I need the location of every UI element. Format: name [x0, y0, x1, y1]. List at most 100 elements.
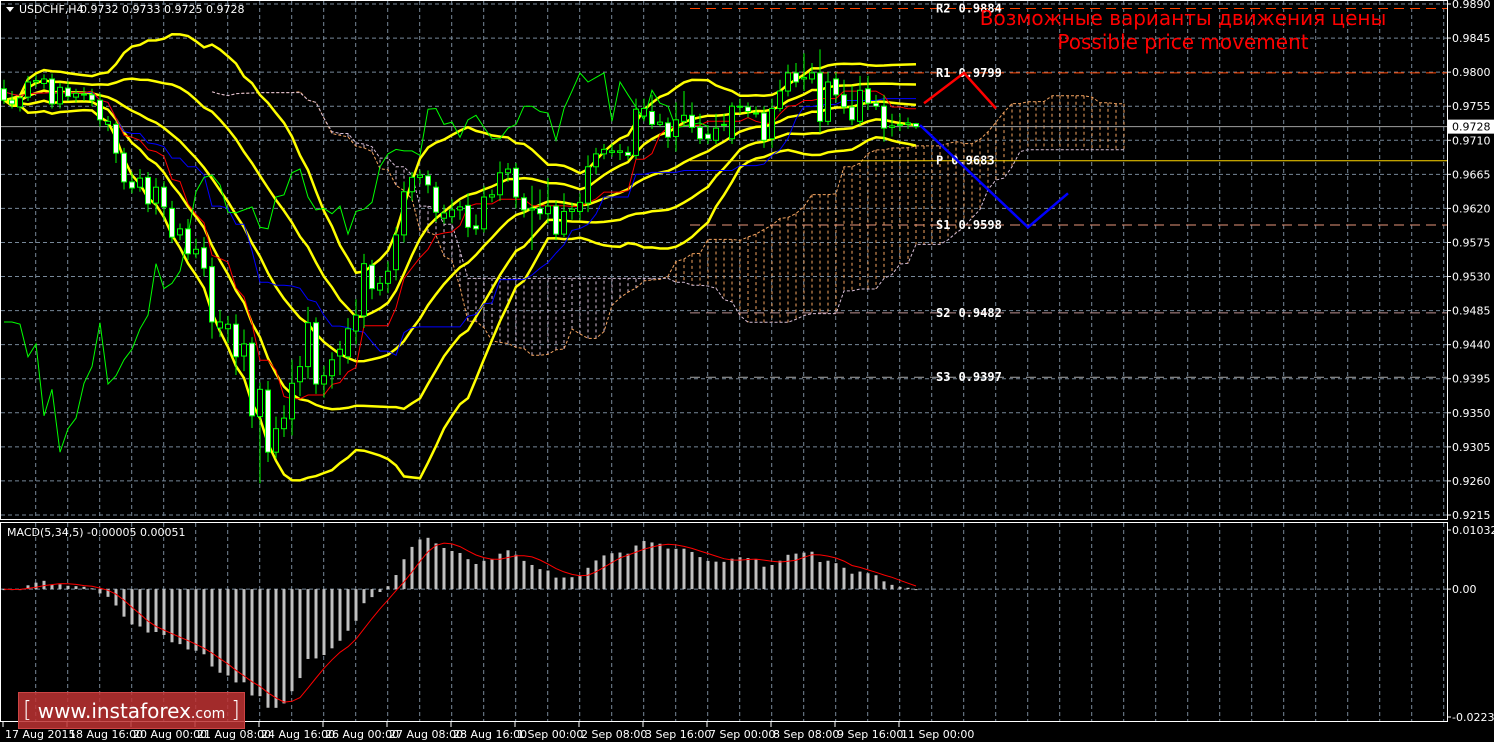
macd-histogram-bar — [394, 575, 398, 590]
candle-bear — [849, 106, 855, 121]
macd-histogram-bar — [50, 585, 54, 590]
macd-histogram-bar — [722, 561, 726, 590]
macd-histogram-bar — [546, 570, 550, 590]
candle-bear — [81, 93, 87, 96]
price-tick-label: 0.9530 — [1452, 271, 1491, 284]
macd-histogram-bar — [66, 585, 70, 590]
macd-histogram-bar — [746, 558, 750, 590]
macd-histogram-bar — [122, 589, 126, 617]
macd-histogram-bar — [298, 589, 302, 679]
price-chart[interactable]: R2 0.9884R1 0.9799P 0.9683S1 0.9598S2 0.9482S… — [0, 0, 1494, 742]
macd-histogram-bar — [418, 539, 422, 590]
candle-bull — [529, 207, 535, 211]
candle-bull — [41, 78, 47, 84]
candle-bear — [793, 72, 799, 83]
candle-bear — [265, 389, 271, 453]
macd-histogram-bar — [754, 559, 758, 590]
macd-histogram-bar — [794, 553, 798, 590]
macd-histogram-bar — [642, 541, 646, 590]
logo-bracket-left: [ — [23, 698, 32, 723]
macd-histogram-bar — [538, 569, 542, 590]
candle-bear — [169, 207, 175, 238]
candle-bear — [521, 197, 527, 211]
price-tick-label: 0.9485 — [1452, 305, 1491, 318]
candle-bull — [673, 119, 679, 137]
macd-histogram-bar — [602, 555, 606, 590]
macd-histogram-bar — [690, 551, 694, 590]
candle-bear — [65, 87, 71, 97]
candle-bull — [489, 194, 495, 198]
macd-histogram-bar — [410, 546, 414, 590]
pivot-value: 0.9397 — [958, 370, 1001, 384]
candle-bull — [409, 176, 415, 193]
time-label: 8 Sep 08:00 — [773, 728, 839, 741]
macd-histogram-bar — [658, 543, 662, 590]
candle-bull — [497, 172, 503, 196]
candle-bull — [593, 153, 599, 168]
candle-bear — [49, 78, 55, 105]
candle-bear — [113, 123, 119, 154]
macd-histogram-bar — [866, 573, 870, 590]
macd-histogram-bar — [234, 589, 238, 683]
price-tick-label: 0.9350 — [1452, 407, 1491, 420]
candle-bull — [241, 343, 247, 357]
logo-bracket-right: ] — [231, 698, 240, 723]
macd-histogram-bar — [666, 548, 670, 590]
macd-histogram-bar — [402, 559, 406, 590]
candle-bear — [465, 204, 471, 228]
candle-bear — [209, 266, 215, 323]
candle-bear — [9, 99, 15, 105]
macd-title: MACD(5,34,5) -0.00005 0.00051 — [7, 526, 185, 539]
bollinger-upper-line — [3, 33, 917, 275]
pivot-value: 0.9598 — [958, 218, 1001, 232]
macd-tick-label: 0.01032 — [1452, 524, 1494, 537]
macd-histogram-bar — [178, 589, 182, 645]
macd-histogram-bar — [146, 589, 150, 633]
price-tick-label: 0.9800 — [1452, 66, 1491, 79]
candle-bull — [225, 323, 231, 330]
macd-histogram-bar — [442, 547, 446, 590]
macd-histogram-bar — [826, 560, 830, 590]
candle-bear — [233, 323, 239, 358]
macd-histogram-bar — [202, 589, 206, 655]
bollinger-lower-line — [3, 99, 917, 482]
candle-bear — [649, 110, 655, 125]
macd-histogram-bar — [626, 553, 630, 590]
macd-histogram-bar — [842, 567, 846, 590]
pivot-value: 0.9482 — [958, 306, 1001, 320]
candle-bear — [89, 94, 95, 101]
candle-bear — [761, 112, 767, 141]
candle-bull — [801, 76, 807, 80]
candle-bull — [329, 359, 335, 377]
price-tick-label: 0.9305 — [1452, 441, 1491, 454]
candle-bull — [905, 122, 911, 125]
macd-histogram-bar — [458, 552, 462, 590]
candle-bull — [73, 92, 79, 98]
macd-histogram-bar — [674, 548, 678, 590]
macd-histogram-bar — [250, 589, 254, 696]
macd-histogram-bar — [554, 577, 558, 590]
macd-histogram-bar — [386, 586, 390, 590]
candle-bear — [873, 102, 879, 107]
candle-bear — [1, 88, 7, 101]
candle-bull — [889, 125, 895, 128]
triangle-down-icon[interactable] — [6, 7, 14, 12]
candle-bear — [705, 133, 711, 140]
candle-bull — [481, 196, 487, 230]
candle-bull — [345, 328, 351, 358]
candle-bull — [585, 166, 591, 204]
candle-bull — [137, 177, 143, 188]
candle-bull — [273, 428, 279, 453]
time-label: 9 Sep 16:00 — [837, 728, 903, 741]
candle-bull — [785, 72, 791, 92]
macd-tick-label: 0.00 — [1452, 583, 1477, 596]
pivot-label-s3: S3 0.9397 — [936, 370, 1002, 384]
macd-histogram-bar — [682, 548, 686, 590]
macd-histogram-bar — [482, 560, 486, 590]
macd-histogram-bar — [378, 589, 382, 593]
candle-bull — [633, 108, 639, 156]
macd-histogram-bar — [786, 554, 790, 590]
macd-histogram-bar — [370, 589, 374, 598]
candle-bull — [193, 248, 199, 255]
annotation-title-en: Possible price movement — [1057, 30, 1308, 54]
